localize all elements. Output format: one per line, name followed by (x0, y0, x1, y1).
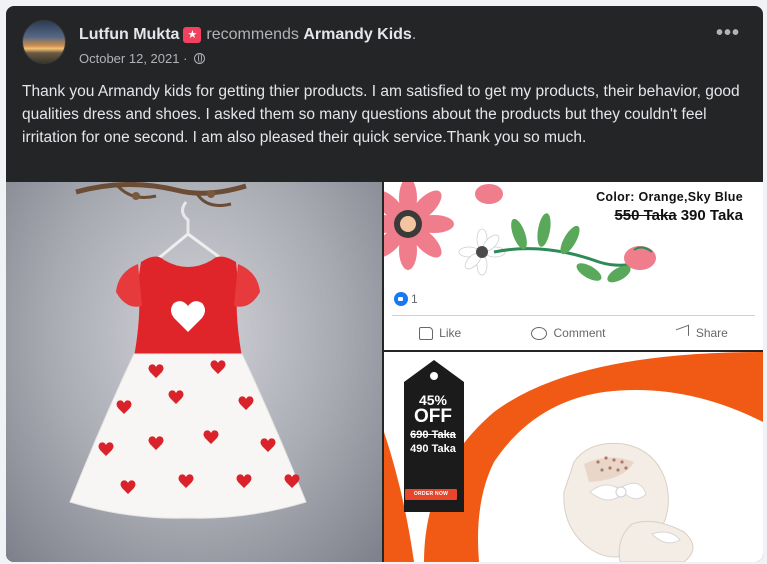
page-name-link[interactable]: Armandy Kids (303, 26, 411, 43)
product-color-text: Color: Orange,Sky Blue (596, 190, 743, 204)
post-header: Lutfun Mukta ★ recommends Armandy Kids. Oc… (22, 20, 747, 70)
top-fan-badge-icon: ★ (183, 27, 202, 43)
meta-separator: · (179, 51, 192, 66)
tag-price-new: 490 Taka (410, 443, 456, 455)
tag-price-old: 690 Taka (410, 429, 456, 441)
post-body-text: Thank you Armandy kids for getting thier… (22, 83, 740, 146)
reaction-summary: 1 (394, 292, 418, 306)
embedded-like-button: Like (419, 326, 461, 340)
embedded-share-button: Share (676, 326, 728, 340)
embedded-comment-button: Comment (531, 326, 606, 340)
share-label: Share (695, 326, 728, 340)
price-new: 390 Taka (680, 207, 743, 224)
shoes-ad-illustration (384, 352, 763, 562)
price-old: 550 Taka (614, 207, 677, 224)
thumbs-up-icon (419, 326, 434, 340)
post-date[interactable]: October 12, 2021 (79, 51, 179, 66)
author-name[interactable]: Lutfun Mukta (79, 26, 179, 43)
globe-icon (194, 53, 206, 64)
share-icon (676, 327, 690, 339)
dress-illustration (69, 182, 307, 519)
comment-label: Comment (553, 326, 606, 340)
product-price: 550 Taka 390 Taka (614, 207, 743, 224)
post-card: Lutfun Mukta ★ recommends Armandy Kids. Oc… (6, 6, 763, 562)
embedded-actions-bar: Like Comment Share (384, 320, 763, 346)
post-meta: October 12, 2021 · (79, 51, 206, 66)
photo-shoes-ad[interactable]: 45% OFF 690 Taka 490 Taka ORDER NOW (384, 352, 763, 562)
order-now-badge: ORDER NOW (405, 489, 457, 500)
comment-icon (531, 326, 548, 340)
actions-divider (392, 315, 755, 316)
discount-off: OFF (414, 406, 452, 427)
recommends-text: recommends (206, 26, 299, 43)
photo-grid: Color: Orange,Sky Blue 550 Taka 390 Taka … (6, 182, 763, 562)
headline-period: . (411, 26, 417, 43)
like-reaction-icon (394, 292, 408, 306)
like-label: Like (439, 326, 462, 340)
avatar[interactable] (22, 20, 66, 64)
reaction-count: 1 (411, 292, 418, 306)
more-options-icon[interactable]: ••• (713, 23, 743, 50)
photo-product-post[interactable]: Color: Orange,Sky Blue 550 Taka 390 Taka … (384, 182, 763, 350)
photo-dress[interactable] (6, 182, 382, 562)
discount-tag: 45% OFF 690 Taka 490 Taka (399, 392, 467, 455)
post-headline: Lutfun Mukta ★ recommends Armandy Kids. (79, 26, 416, 44)
